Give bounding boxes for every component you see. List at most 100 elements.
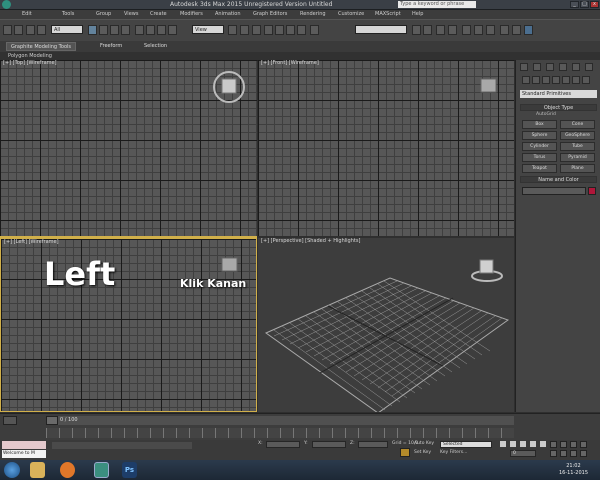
name-and-color-header[interactable]: Name and Color bbox=[520, 176, 597, 183]
percent-snap-icon[interactable] bbox=[286, 25, 295, 35]
align-icon[interactable] bbox=[423, 25, 432, 35]
object-type-header[interactable]: Object Type bbox=[520, 104, 597, 111]
close-button[interactable]: x bbox=[590, 1, 599, 8]
material-editor-icon[interactable] bbox=[486, 25, 495, 35]
viewport-front[interactable]: [+] [Front] [Wireframe] bbox=[258, 60, 514, 236]
play-icon[interactable] bbox=[520, 441, 526, 447]
link-icon[interactable] bbox=[26, 25, 35, 35]
maximize-button[interactable]: □ bbox=[580, 1, 589, 8]
viewport-top-label[interactable]: [+] [Top] [Wireframe] bbox=[3, 60, 57, 67]
cylinder-button[interactable]: Cylinder bbox=[522, 142, 557, 151]
snap-toggle-icon[interactable] bbox=[264, 25, 273, 35]
box-button[interactable]: Box bbox=[522, 120, 557, 129]
motion-tab-icon[interactable] bbox=[559, 63, 567, 71]
rendered-frame-icon[interactable] bbox=[512, 25, 521, 35]
zoom-extents-all-icon[interactable] bbox=[580, 441, 587, 448]
viewcube-perspective-icon[interactable] bbox=[470, 254, 504, 284]
tab-freeform[interactable]: Freeform bbox=[96, 42, 126, 51]
systems-icon[interactable] bbox=[582, 76, 590, 84]
curve-editor-icon[interactable] bbox=[462, 25, 471, 35]
x-coordinate-field[interactable] bbox=[266, 441, 300, 448]
select-object-icon[interactable] bbox=[88, 25, 97, 35]
space-warps-icon[interactable] bbox=[572, 76, 580, 84]
object-name-field[interactable] bbox=[522, 187, 586, 195]
geosphere-button[interactable]: GeoSphere bbox=[560, 131, 595, 140]
geometry-icon[interactable] bbox=[522, 76, 530, 84]
viewport-perspective[interactable]: [+] [Perspective] [Shaded + Highlights] bbox=[258, 238, 514, 412]
zoom-icon[interactable] bbox=[550, 441, 557, 448]
pyramid-button[interactable]: Pyramid bbox=[560, 153, 595, 162]
cameras-icon[interactable] bbox=[552, 76, 560, 84]
keyboard-shortcut-icon[interactable] bbox=[252, 25, 261, 35]
track-bar[interactable] bbox=[46, 428, 514, 438]
sphere-button[interactable]: Sphere bbox=[522, 131, 557, 140]
render-production-icon[interactable] bbox=[524, 25, 533, 35]
angle-snap-icon[interactable] bbox=[275, 25, 284, 35]
render-setup-icon[interactable] bbox=[500, 25, 509, 35]
menu-create[interactable]: Create bbox=[150, 10, 167, 19]
shapes-icon[interactable] bbox=[532, 76, 540, 84]
menu-help[interactable]: Help bbox=[412, 10, 423, 19]
go-to-start-icon[interactable] bbox=[500, 441, 506, 447]
menu-customize[interactable]: Customize bbox=[338, 10, 364, 19]
reference-coordinate-dropdown[interactable]: View bbox=[192, 25, 224, 34]
key-filters-button[interactable]: Key Filters... bbox=[440, 450, 467, 455]
tube-button[interactable]: Tube bbox=[560, 142, 595, 151]
place-icon[interactable] bbox=[168, 25, 177, 35]
menu-tools[interactable]: Tools bbox=[62, 10, 74, 19]
redo-icon[interactable] bbox=[14, 25, 23, 35]
unlink-icon[interactable] bbox=[37, 25, 46, 35]
system-clock[interactable]: 21:02 16-11-2015 bbox=[559, 463, 588, 477]
time-slider-handle[interactable] bbox=[46, 416, 58, 425]
hierarchy-tab-icon[interactable] bbox=[546, 63, 554, 71]
spinner-snap-icon[interactable] bbox=[297, 25, 306, 35]
menu-graph-editors[interactable]: Graph Editors bbox=[253, 10, 287, 19]
polygon-modeling-label[interactable]: Polygon Modeling bbox=[8, 52, 52, 60]
lights-icon[interactable] bbox=[542, 76, 550, 84]
field-of-view-icon[interactable] bbox=[550, 450, 557, 457]
layer-explorer-icon[interactable] bbox=[436, 25, 445, 35]
mini-curve-editor-icon[interactable] bbox=[3, 416, 17, 425]
viewport-left[interactable]: [+] [Left] [Wireframe] bbox=[0, 238, 257, 412]
viewcube-left-icon[interactable] bbox=[219, 255, 241, 275]
viewcube-top-icon[interactable] bbox=[212, 70, 246, 104]
zoom-all-icon[interactable] bbox=[560, 441, 567, 448]
previous-frame-icon[interactable] bbox=[510, 441, 516, 447]
teapot-button[interactable]: Teapot bbox=[522, 164, 557, 173]
pan-view-icon[interactable] bbox=[560, 450, 567, 457]
viewport-left-label[interactable]: [+] [Left] [Wireframe] bbox=[4, 239, 59, 246]
orbit-icon[interactable] bbox=[570, 450, 577, 457]
rectangle-selection-icon[interactable] bbox=[110, 25, 119, 35]
menu-rendering[interactable]: Rendering bbox=[300, 10, 326, 19]
zoom-extents-icon[interactable] bbox=[570, 441, 577, 448]
menu-edit[interactable]: Edit bbox=[22, 10, 32, 19]
undo-icon[interactable] bbox=[3, 25, 12, 35]
minimize-button[interactable]: _ bbox=[570, 1, 579, 8]
plane-button[interactable]: Plane bbox=[560, 164, 595, 173]
file-explorer-icon[interactable] bbox=[30, 462, 45, 478]
create-tab-icon[interactable] bbox=[520, 63, 528, 71]
viewcube-front-icon[interactable] bbox=[478, 76, 500, 96]
edit-named-selection-icon[interactable] bbox=[310, 25, 319, 35]
search-input[interactable]: Type a keyword or phrase bbox=[398, 1, 476, 8]
torus-button[interactable]: Torus bbox=[522, 153, 557, 162]
utilities-tab-icon[interactable] bbox=[585, 63, 593, 71]
start-button-icon[interactable] bbox=[4, 462, 20, 478]
photoshop-icon[interactable]: Ps bbox=[122, 462, 137, 478]
graphite-toggle-icon[interactable] bbox=[448, 25, 457, 35]
current-frame-field[interactable]: 0 bbox=[510, 450, 536, 457]
maxscript-listener-field[interactable] bbox=[2, 441, 46, 449]
schematic-view-icon[interactable] bbox=[474, 25, 483, 35]
firefox-icon[interactable] bbox=[60, 462, 75, 478]
selected-dropdown[interactable]: Selected bbox=[440, 441, 492, 448]
menu-modifiers[interactable]: Modifiers bbox=[180, 10, 203, 19]
named-selection-dropdown[interactable] bbox=[355, 25, 407, 34]
window-crossing-icon[interactable] bbox=[121, 25, 130, 35]
autogrid-checkbox[interactable]: AutoGrid bbox=[536, 112, 556, 118]
object-color-swatch[interactable] bbox=[588, 187, 596, 195]
menu-maxscript[interactable]: MAXScript bbox=[375, 10, 401, 19]
object-category-dropdown[interactable]: Standard Primitives bbox=[520, 90, 597, 98]
select-manipulate-icon[interactable] bbox=[240, 25, 249, 35]
next-frame-icon[interactable] bbox=[530, 441, 536, 447]
select-by-name-icon[interactable] bbox=[99, 25, 108, 35]
